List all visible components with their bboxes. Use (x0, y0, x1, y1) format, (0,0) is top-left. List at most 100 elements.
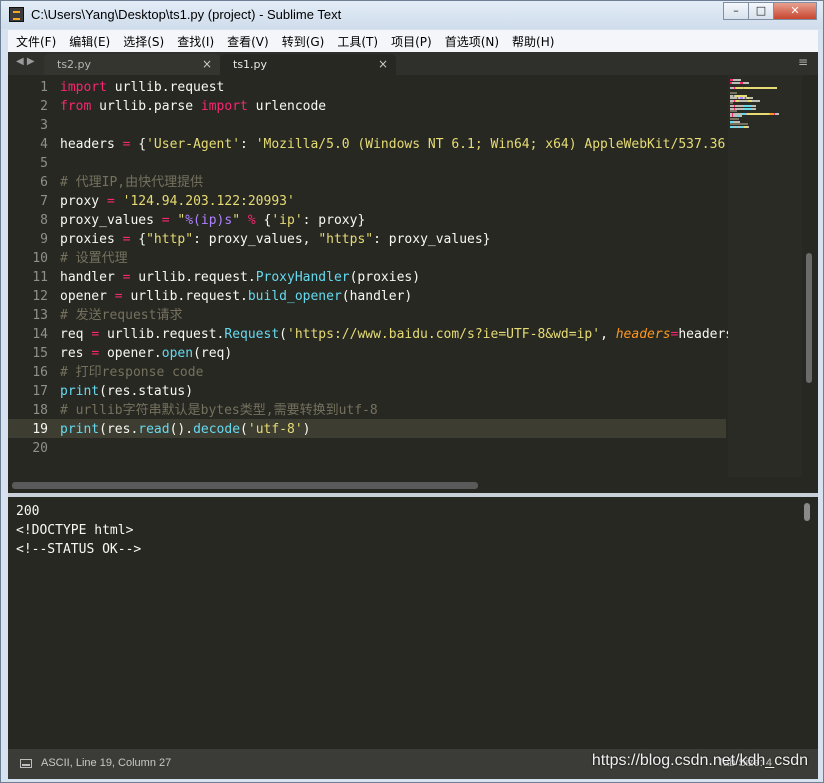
code-token: ( (240, 422, 248, 437)
menu-goto[interactable]: 转到(G) (275, 33, 331, 50)
watermark-text: https://blog.csdn.net/kdh_csdn (591, 752, 808, 769)
tab-close-icon[interactable]: × (202, 57, 212, 71)
menu-edit[interactable]: 编辑(E) (62, 33, 116, 50)
window-controls: – □ ✕ (723, 2, 817, 20)
code-token: (handler) (341, 289, 413, 304)
code-token: (req) (193, 346, 233, 361)
minimap-stroke (743, 81, 749, 84)
code-line[interactable]: print(res.read().decode('utf-8') (60, 420, 311, 439)
line-number: 20 (32, 441, 48, 456)
code-line[interactable]: res = opener.open(req) (60, 344, 232, 363)
code-token: urllib.request. (122, 289, 248, 304)
title-bar[interactable]: C:\Users\Yang\Desktop\ts1.py (project) -… (1, 1, 823, 29)
menu-view[interactable]: 查看(V) (220, 33, 275, 50)
code-token: (proxies) (349, 270, 421, 285)
line-number: 3 (40, 118, 48, 133)
menu-tools[interactable]: 工具(T) (330, 33, 384, 50)
minimap-stroke (736, 86, 743, 89)
code-line[interactable]: print(res.status) (60, 382, 193, 401)
tab-label: ts2.py (57, 58, 92, 71)
minimap-stroke (748, 125, 749, 128)
minimize-button[interactable]: – (723, 2, 749, 20)
line-number-gutter[interactable]: 1 2 3 4 5 6 7 8 9 10 11 12 13 14 15 16 17 18 19 20 (8, 75, 48, 477)
sublime-app-icon[interactable] (9, 7, 24, 22)
editor-scroll-thumb[interactable] (806, 253, 812, 383)
code-token: import (200, 99, 248, 114)
code-line[interactable]: headers = {'User-Agent': 'Mozilla/5.0 (W… (60, 135, 725, 154)
minimap-stroke (752, 99, 760, 102)
menu-find[interactable]: 查找(I) (170, 33, 220, 50)
line-number: 14 (32, 327, 48, 342)
code-line[interactable]: from urllib.parse import urlencode (60, 97, 326, 116)
output-scroll-thumb[interactable] (804, 503, 810, 521)
line-number: 6 (40, 175, 48, 190)
horizontal-scroll-thumb[interactable] (12, 482, 478, 489)
code-line[interactable]: # 设置代理 (60, 249, 128, 268)
editor-vertical-scrollbar[interactable] (804, 75, 816, 477)
tab-label: ts1.py (233, 58, 268, 71)
code-line[interactable]: # 发送request请求 (60, 306, 182, 325)
code-area[interactable]: import urllib.request from urllib.parse i… (60, 75, 728, 477)
editor-horizontal-scrollbar[interactable] (8, 477, 818, 493)
cursor-position[interactable]: ASCII, Line 19, Column 27 (41, 757, 171, 769)
code-token: = (114, 289, 123, 304)
code-line[interactable]: proxies = {"http": proxy_values, "https"… (60, 230, 491, 249)
menu-preferences[interactable]: 首选项(N) (438, 33, 505, 50)
code-line[interactable]: proxy_values = "%(ip)s" % {'ip': proxy} (60, 211, 365, 230)
code-line[interactable]: req = urllib.request.Request('https://ww… (60, 325, 728, 344)
code-token: = (91, 327, 100, 342)
menu-file[interactable]: 文件(F) (8, 33, 62, 50)
code-token: opener (60, 289, 115, 304)
line-number: 19 (32, 422, 48, 437)
line-number: 12 (32, 289, 48, 304)
code-token: , (600, 327, 616, 342)
code-line[interactable]: import urllib.request (60, 78, 224, 97)
code-token: build_opener (247, 289, 342, 304)
close-button[interactable]: ✕ (773, 2, 817, 20)
line-number: 7 (40, 194, 48, 209)
code-token: '124.94.203.122:20993' (122, 194, 295, 209)
tab-bar: ◀ ▶ ts2.py × ts1.py × ≡ (8, 52, 818, 75)
code-token: 'https://www.baidu.com/s?ie=UTF-8&wd=ip' (287, 327, 601, 342)
code-token: = (161, 213, 170, 228)
panel-toggle-icon[interactable] (20, 759, 32, 768)
code-line[interactable]: # 代理IP,由快代理提供 (60, 173, 203, 192)
tab-nav-arrows-icon[interactable]: ◀ ▶ (16, 56, 35, 67)
code-token: proxies (60, 232, 123, 247)
minimap[interactable] (728, 75, 802, 477)
code-line[interactable]: handler = urllib.request.ProxyHandler(pr… (60, 268, 420, 287)
tab-ts2[interactable]: ts2.py × (44, 54, 220, 75)
menu-selection[interactable]: 选择(S) (116, 33, 170, 50)
line-number: 18 (32, 403, 48, 418)
code-token: from (60, 99, 92, 114)
code-token: open (161, 346, 194, 361)
code-line[interactable]: proxy = '124.94.203.122:20993' (60, 192, 295, 211)
menu-help[interactable]: 帮助(H) (505, 33, 560, 50)
code-line[interactable]: # 打印response code (60, 363, 203, 382)
code-token: urlencode (247, 99, 327, 114)
maximize-button[interactable]: □ (748, 2, 774, 20)
build-output-panel[interactable]: 200 <!DOCTYPE html> <!--STATUS OK--> (8, 497, 818, 749)
code-token: " (232, 213, 241, 228)
code-token: req (60, 327, 92, 342)
line-number: 15 (32, 346, 48, 361)
minimap-stroke (747, 112, 769, 115)
tab-menu-icon[interactable]: ≡ (798, 55, 808, 69)
code-token: = (106, 194, 115, 209)
code-line[interactable]: # urllib字符串默认是bytes类型,需要转换到utf-8 (60, 401, 378, 420)
code-token: Request (224, 327, 280, 342)
code-token: opener. (99, 346, 162, 361)
code-token: : proxy_values, (193, 232, 319, 247)
tab-close-icon[interactable]: × (378, 57, 388, 71)
code-token: (res.status) (99, 384, 194, 399)
line-number: 4 (40, 137, 48, 152)
code-editor[interactable]: 1 2 3 4 5 6 7 8 9 10 11 12 13 14 15 16 17 18 19 20 import u… (8, 75, 818, 477)
code-token: %(ip)s (185, 213, 233, 228)
tab-ts1[interactable]: ts1.py × (220, 54, 396, 75)
code-token: (res. (99, 422, 139, 437)
code-token: headers (615, 327, 671, 342)
line-number: 1 (40, 80, 48, 95)
code-line[interactable]: opener = urllib.request.build_opener(han… (60, 287, 412, 306)
code-token: = (91, 346, 100, 361)
menu-project[interactable]: 项目(P) (384, 33, 438, 50)
